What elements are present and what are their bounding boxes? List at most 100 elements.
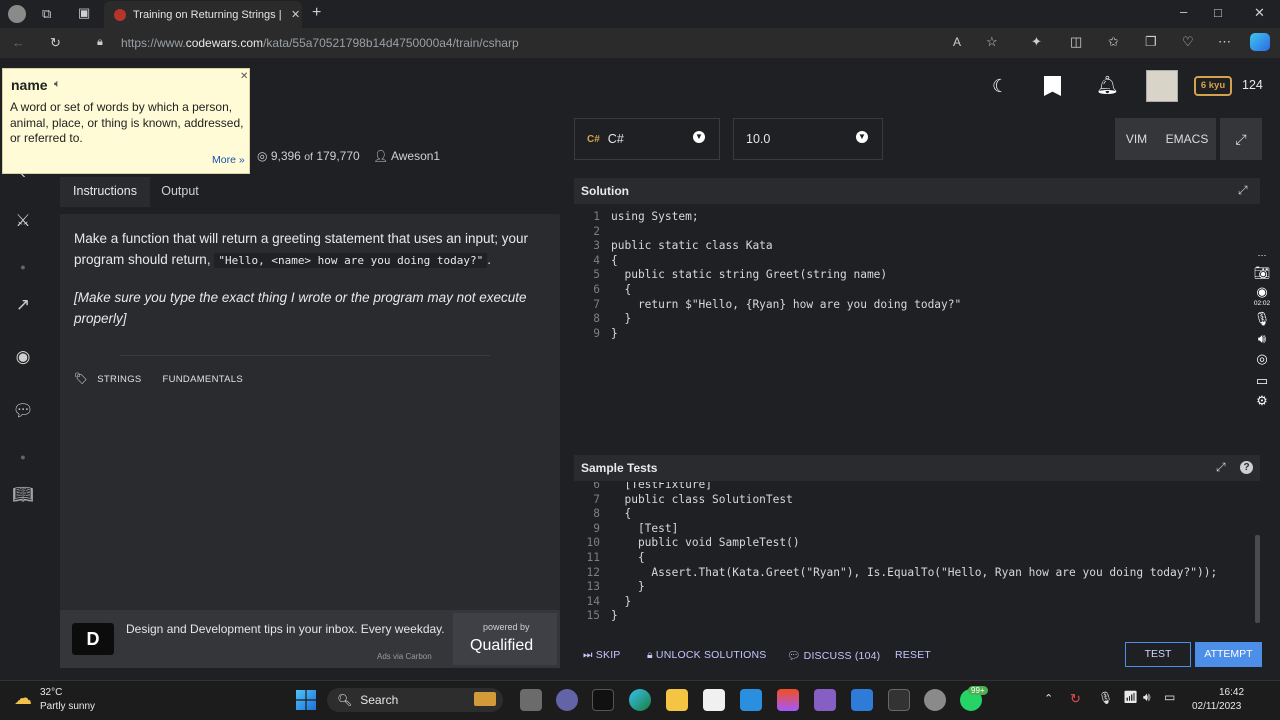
file-explorer-icon[interactable] <box>666 689 688 711</box>
wifi-icon[interactable]: 📶︎ <box>1123 690 1138 704</box>
notifications-bell-icon[interactable]: 🔔︎ <box>1096 75 1119 96</box>
tag-icon: 🏷︎ <box>74 373 89 385</box>
user-avatar[interactable] <box>1146 70 1178 102</box>
edge-browser-icon[interactable] <box>629 689 651 711</box>
maximize-icon[interactable]: □ <box>1214 6 1222 19</box>
visual-studio-icon[interactable] <box>814 689 836 711</box>
kata-author[interactable]: Aweson1 <box>391 149 440 163</box>
tests-scrollbar[interactable] <box>1255 535 1260 623</box>
favorite-star-icon[interactable]: ☆ <box>986 35 998 48</box>
refresh-icon[interactable]: ↻ <box>50 36 61 49</box>
store-icon[interactable] <box>703 689 725 711</box>
settings-app-icon[interactable] <box>924 689 946 711</box>
terminal-app-icon[interactable] <box>592 689 614 711</box>
copilot-icon[interactable] <box>1250 33 1270 51</box>
qualified-box[interactable]: powered by Qualified <box>453 613 557 665</box>
line-number: 8 <box>593 507 600 521</box>
weather-icon[interactable]: ☁ <box>14 688 32 709</box>
webcam-icon[interactable]: ◎ <box>1252 351 1272 367</box>
close-window-icon[interactable]: ✕ <box>1254 6 1265 19</box>
tooltip-more-link[interactable]: More » <box>212 154 245 166</box>
attempt-button[interactable]: ATTEMPT <box>1195 642 1262 667</box>
tray-mic-icon[interactable]: 🎙︎ <box>1098 691 1113 705</box>
clock-date[interactable]: 02/11/2023 <box>1192 701 1241 712</box>
url-field[interactable]: 🔒︎ https://www. codewars.com/kata/55a7052… <box>95 33 1015 53</box>
clock-time[interactable]: 16:42 <box>1219 687 1244 698</box>
close-icon[interactable]: ✕ <box>240 71 248 82</box>
expand-icon[interactable]: ⤢ <box>1238 183 1248 198</box>
code-line: Assert.That(Kata.Greet("Ryan"), Is.Equal… <box>611 565 1218 579</box>
skip-button[interactable]: ⏭︎ SKIP <box>583 649 621 662</box>
tab-close-icon[interactable]: ✕ <box>291 8 300 21</box>
browser-tab-active[interactable]: Training on Returning Strings | C ✕ <box>104 1 302 28</box>
forum-icon[interactable]: 💬︎ <box>12 400 34 422</box>
code-line: public class SolutionTest <box>611 492 793 506</box>
task-view-icon[interactable] <box>520 689 542 711</box>
profile-avatar[interactable] <box>8 5 26 23</box>
tests-editor[interactable]: 6 [TestFixture] 7 public class SolutionTe… <box>578 482 1248 622</box>
new-tab-icon[interactable]: + <box>312 5 321 21</box>
volume-icon[interactable]: 🔊︎ <box>1143 690 1151 705</box>
teams-chat-icon[interactable] <box>556 689 578 711</box>
tag-fundamentals[interactable]: FUNDAMENTALS <box>163 374 244 385</box>
ad-via[interactable]: Ads via Carbon <box>377 652 432 661</box>
tray-app-icon[interactable]: ↻ <box>1070 691 1081 707</box>
solution-editor[interactable]: 1 using System; 2 3 public static class Kata… <box>578 208 1248 448</box>
emacs-button[interactable]: EMACS <box>1158 118 1216 160</box>
code-line: } <box>611 609 618 622</box>
unlock-solutions-button[interactable]: 🔒︎ UNLOCK SOLUTIONS <box>647 649 766 662</box>
vim-button[interactable]: VIM <box>1115 118 1158 160</box>
window-icon[interactable]: ▭ <box>1252 373 1272 389</box>
expand-icon[interactable]: ⤢ <box>1216 460 1226 475</box>
minimize-icon[interactable]: – <box>1180 5 1187 18</box>
read-aloud-icon[interactable]: A <box>953 36 961 48</box>
vscode-icon[interactable] <box>740 689 762 711</box>
speaker-icon[interactable]: 🔈︎ <box>54 78 61 91</box>
leaderboard-icon[interactable]: ↗ <box>12 294 34 316</box>
workspaces-icon[interactable]: ⧉ <box>42 7 51 20</box>
reset-button[interactable]: RESET <box>895 649 931 661</box>
microphone-icon[interactable]: 🎙︎ <box>1252 311 1272 327</box>
console-icon[interactable] <box>888 689 910 711</box>
help-icon[interactable]: ? <box>1240 461 1253 474</box>
settings-gear-icon[interactable]: ⚙ <box>1252 393 1272 409</box>
honor-score: 124 <box>1242 78 1263 92</box>
search-icon: 🔍︎ <box>337 693 353 707</box>
discuss-button[interactable]: 💬︎ DISCUSS (104) <box>787 649 880 662</box>
rank-badge[interactable]: 6 kyu <box>1194 76 1232 96</box>
language-select[interactable]: C# C# ▼ <box>574 118 720 160</box>
instruction-note: [Make sure you type the exact thing I wr… <box>74 290 527 326</box>
tray-chevron-up-icon[interactable]: ⌃ <box>1044 692 1053 705</box>
version-select[interactable]: 10.0 ▼ <box>733 118 883 160</box>
code-line: public static string Greet(string name) <box>611 268 888 282</box>
health-icon[interactable]: ♡ <box>1182 35 1194 48</box>
battery-icon[interactable]: ▭ <box>1164 690 1175 704</box>
more-icon[interactable]: ⋯ <box>1218 35 1231 48</box>
docs-book-icon[interactable]: 📖︎ <box>12 484 34 506</box>
camera-icon[interactable]: 📷︎ <box>1252 265 1272 281</box>
tab-instructions[interactable]: Instructions <box>60 177 150 207</box>
code-line: } <box>611 326 618 340</box>
split-screen-icon[interactable]: ◫ <box>1070 35 1082 48</box>
unlock-label: UNLOCK SOLUTIONS <box>655 649 767 661</box>
tab-actions-icon[interactable]: ▣ <box>78 6 90 19</box>
extensions-icon[interactable]: ✦ <box>1031 35 1042 48</box>
collections-icon[interactable]: ❐ <box>1145 35 1157 48</box>
remote-desktop-icon[interactable] <box>851 689 873 711</box>
test-button[interactable]: TEST <box>1125 642 1191 667</box>
dark-mode-moon-icon[interactable]: ☾ <box>992 76 1008 97</box>
favorites-icon[interactable]: ✩ <box>1108 35 1119 48</box>
recorder-more-icon[interactable]: ⋯ <box>1252 250 1272 261</box>
discord-icon[interactable]: ◉ <box>12 346 34 368</box>
speaker-icon[interactable]: 🔊︎ <box>1252 331 1272 347</box>
training-icon[interactable]: ⚔ <box>12 210 34 232</box>
fullscreen-button[interactable]: ⤢ <box>1220 118 1262 160</box>
tag-strings[interactable]: STRINGS <box>97 374 141 385</box>
chevron-down-icon: ▼ <box>693 131 705 143</box>
record-icon[interactable]: ◉ <box>1252 284 1272 300</box>
figma-icon[interactable] <box>777 689 799 711</box>
back-icon[interactable]: ← <box>12 36 25 49</box>
line-number: 9 <box>593 326 600 340</box>
tab-output[interactable]: Output <box>150 177 210 207</box>
carbon-ad[interactable]: D Design and Development tips in your in… <box>60 610 560 668</box>
